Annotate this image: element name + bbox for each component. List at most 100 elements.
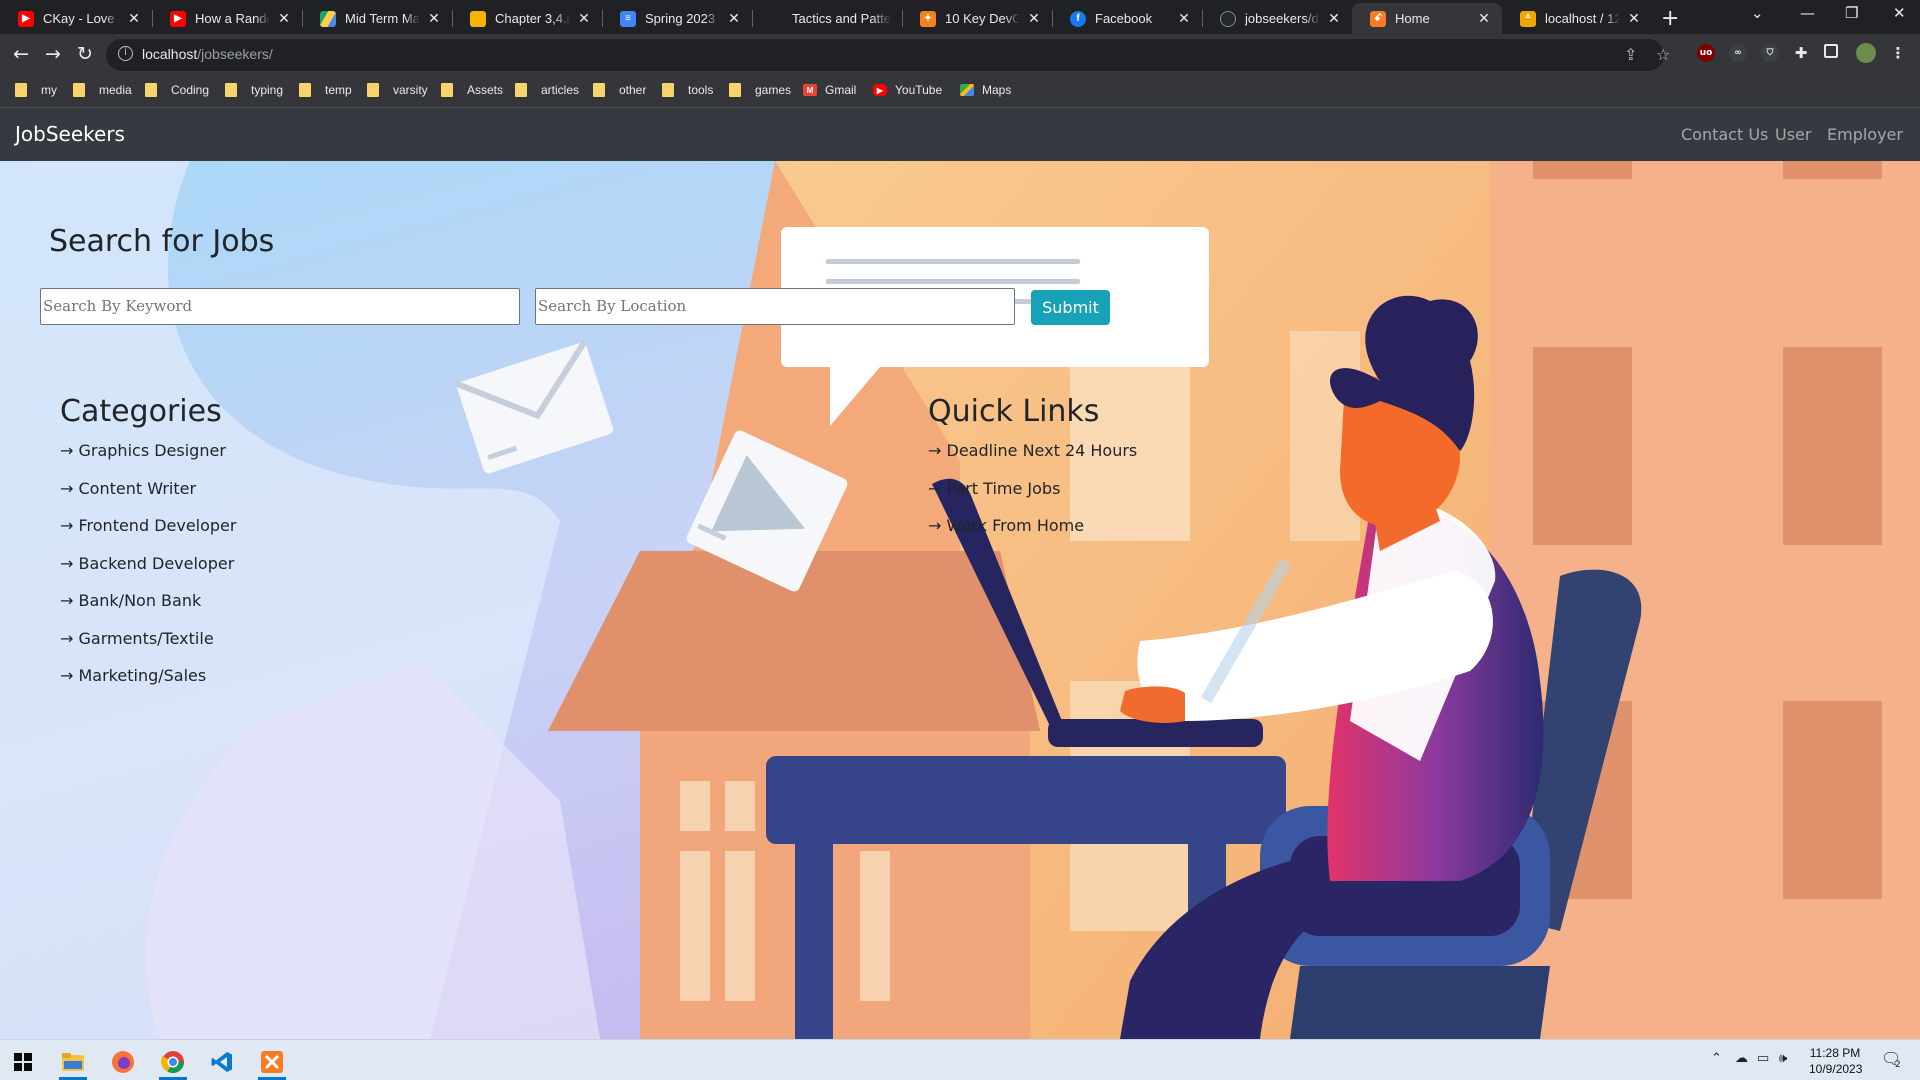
category-link-frontend-developer[interactable]: → Frontend Developer xyxy=(60,516,236,535)
category-link-bank-non-bank[interactable]: → Bank/Non Bank xyxy=(60,591,201,610)
tab-chapter[interactable]: Chapter 3,4.pptx ✕ xyxy=(452,3,602,34)
bookmark-youtube[interactable]: ▶ YouTube xyxy=(873,83,942,97)
back-icon[interactable]: ← xyxy=(9,43,33,65)
windows-start-icon[interactable] xyxy=(3,1044,43,1080)
quick-link-deadline[interactable]: → Deadline Next 24 Hours xyxy=(928,441,1137,460)
submit-button[interactable]: Submit xyxy=(1031,290,1110,325)
phpmyadmin-icon: ᐞ xyxy=(1520,10,1536,27)
categories-title: Categories xyxy=(60,394,222,429)
forward-icon[interactable]: → xyxy=(41,43,65,65)
bookmark-folder[interactable]: other xyxy=(593,83,646,97)
chrome-logo-icon xyxy=(161,1051,184,1073)
reload-icon[interactable]: ↻ xyxy=(73,43,97,65)
chrome-icon[interactable] xyxy=(153,1044,193,1080)
url-text: localhost/jobseekers/ xyxy=(142,46,273,62)
tray-chevron-up-icon[interactable]: ⌃ xyxy=(1711,1051,1722,1066)
close-tab-icon[interactable]: ✕ xyxy=(1176,10,1192,27)
quick-link-work-from-home[interactable]: → Work From Home xyxy=(928,516,1084,535)
close-tab-icon[interactable]: ✕ xyxy=(1476,10,1492,27)
profile-avatar[interactable] xyxy=(1856,43,1876,63)
bookmark-folder[interactable]: my xyxy=(15,83,57,97)
close-tab-icon[interactable]: ✕ xyxy=(276,10,292,27)
bookmark-folder[interactable]: temp xyxy=(299,83,352,97)
onedrive-icon[interactable]: ☁ xyxy=(1735,1051,1748,1066)
folder-icon xyxy=(515,83,527,97)
ublock-icon[interactable]: uo xyxy=(1697,44,1715,62)
bookmark-gmail[interactable]: M Gmail xyxy=(803,83,856,97)
site-brand[interactable]: JobSeekers xyxy=(15,122,125,146)
close-window-icon[interactable]: ✕ xyxy=(1893,4,1906,22)
nav-user[interactable]: User xyxy=(1775,125,1811,144)
shield-icon[interactable]: ⛉ xyxy=(1761,44,1779,62)
firefox-icon[interactable] xyxy=(103,1044,143,1080)
close-tab-icon[interactable]: ✕ xyxy=(126,10,142,27)
network-icon[interactable]: ▭ xyxy=(1757,1051,1769,1066)
close-tab-icon[interactable]: ✕ xyxy=(576,10,592,27)
close-tab-icon[interactable]: ✕ xyxy=(726,10,742,27)
google-drive-icon xyxy=(320,10,336,27)
side-panel-icon[interactable] xyxy=(1824,44,1838,58)
folder-icon xyxy=(225,83,237,97)
keyword-search-input[interactable]: Search By Keyword xyxy=(40,288,520,325)
tab-how-a-random[interactable]: ▶ How a Random ✕ xyxy=(152,3,302,34)
bookmark-folder[interactable]: articles xyxy=(515,83,579,97)
extension-glasses-icon[interactable]: ∞ xyxy=(1729,44,1747,62)
location-search-input[interactable]: Search By Location xyxy=(535,288,1015,325)
minimize-icon[interactable]: — xyxy=(1800,4,1815,22)
address-bar[interactable]: i localhost/jobseekers/ ⇪ ☆ xyxy=(106,39,1670,71)
folder-icon xyxy=(593,83,605,97)
folder-icon xyxy=(145,83,157,97)
folder-icon xyxy=(62,1053,84,1071)
bookmark-folder[interactable]: Assets xyxy=(441,83,503,97)
category-link-backend-developer[interactable]: → Backend Developer xyxy=(60,554,234,573)
folder-icon xyxy=(15,83,27,97)
volume-icon[interactable]: 🕪 xyxy=(1779,1051,1787,1066)
nav-contact-us[interactable]: Contact Us xyxy=(1681,125,1768,144)
tab-localhost[interactable]: ᐞ localhost / 127.0.0.1 ✕ xyxy=(1502,3,1652,34)
tab-home[interactable]: ꗃ Home ✕ xyxy=(1352,3,1502,34)
category-link-marketing-sales[interactable]: → Marketing/Sales xyxy=(60,666,206,685)
extensions-puzzle-icon[interactable]: ✚ xyxy=(1792,44,1810,62)
bookmark-folder[interactable]: Coding xyxy=(145,83,209,97)
bookmark-folder[interactable]: typing xyxy=(225,83,283,97)
tab-devops[interactable]: ✦ 10 Key DevOps ✕ xyxy=(902,3,1052,34)
clock-date: 10/9/2023 xyxy=(1809,1062,1863,1076)
google-slides-icon xyxy=(470,10,486,27)
quick-link-part-time[interactable]: → Part Time Jobs xyxy=(928,479,1060,498)
tab-ckay[interactable]: ▶ CKay - Love Nwantiti ✕ xyxy=(0,3,152,34)
bookmark-folder[interactable]: varsity xyxy=(367,83,428,97)
folder-icon xyxy=(441,83,453,97)
restore-icon[interactable]: ❐ xyxy=(1845,4,1858,22)
tab-facebook[interactable]: f Facebook ✕ xyxy=(1052,3,1202,34)
page-viewport: JobSeekers Contact Us User Employer Sear… xyxy=(0,108,1920,1039)
tab-github[interactable]: jobseekers/database ✕ xyxy=(1202,3,1352,34)
folder-icon xyxy=(73,83,85,97)
tab-mid-term[interactable]: Mid Term Materials ✕ xyxy=(302,3,452,34)
category-link-content-writer[interactable]: → Content Writer xyxy=(60,479,196,498)
tab-tactics[interactable]: Tactics and Patterns xyxy=(752,3,902,34)
close-tab-icon[interactable]: ✕ xyxy=(1626,10,1642,27)
windows-logo-icon xyxy=(14,1053,32,1071)
bookmark-maps[interactable]: Maps xyxy=(960,83,1011,97)
taskbar-clock[interactable]: 11:28 PM 10/9/2023 xyxy=(1809,1045,1863,1077)
menu-kebab-icon[interactable]: ⋮ xyxy=(1889,44,1907,62)
bookmark-star-icon[interactable]: ☆ xyxy=(1656,45,1670,64)
file-explorer-icon[interactable] xyxy=(53,1044,93,1080)
nav-employer[interactable]: Employer xyxy=(1827,125,1903,144)
bookmark-folder[interactable]: tools xyxy=(662,83,713,97)
vscode-icon[interactable] xyxy=(202,1044,242,1080)
close-tab-icon[interactable]: ✕ xyxy=(426,10,442,27)
category-link-graphics-designer[interactable]: → Graphics Designer xyxy=(60,441,226,460)
share-icon[interactable]: ⇪ xyxy=(1624,45,1637,64)
close-tab-icon[interactable]: ✕ xyxy=(1026,10,1042,27)
tab-search-icon[interactable]: ⌄ xyxy=(1751,4,1764,22)
bookmark-folder[interactable]: media xyxy=(73,83,132,97)
close-tab-icon[interactable]: ✕ xyxy=(1326,10,1342,27)
category-link-garments-textile[interactable]: → Garments/Textile xyxy=(60,629,214,648)
bookmark-folder[interactable]: games xyxy=(729,83,791,97)
xampp-taskbar-icon[interactable] xyxy=(252,1044,292,1080)
site-info-icon[interactable]: i xyxy=(118,46,133,61)
folder-icon xyxy=(662,83,674,97)
new-tab-icon[interactable]: + xyxy=(1661,6,1679,31)
tab-spring-2023[interactable]: ≡ Spring 2023 SW ✕ xyxy=(602,3,752,34)
